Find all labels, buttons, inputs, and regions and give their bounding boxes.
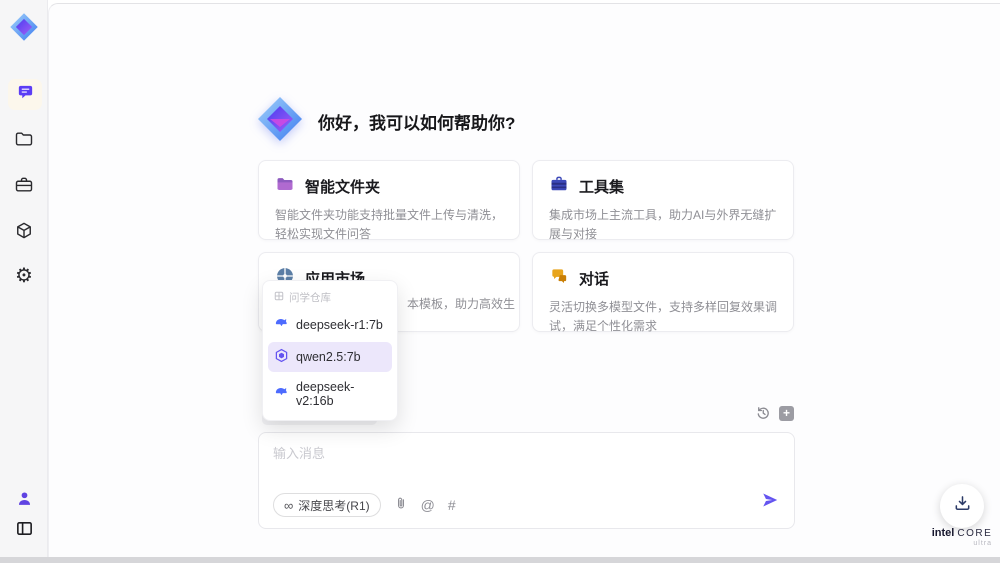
chat-icon — [16, 83, 35, 107]
model-option-qwen[interactable]: qwen2.5:7b — [268, 342, 392, 372]
intel-core-badge: intel core ultra — [922, 527, 1000, 547]
app-logo-icon[interactable] — [9, 12, 39, 42]
deep-think-toggle[interactable]: ∞ 深度思考(R1) — [273, 493, 381, 517]
folder-icon — [14, 129, 34, 154]
sidebar-item-collapse[interactable] — [0, 519, 48, 543]
panel-toggle-icon — [15, 519, 34, 543]
model-dropdown: 问学仓库 deepseek-r1:7b qwen2.5:7b deepseek-… — [262, 280, 398, 421]
card-toolset[interactable]: 工具集 集成市场上主流工具，助力AI与外界无缝扩展与对接 — [532, 160, 794, 241]
sidebar-item-settings[interactable]: ⚙ — [0, 266, 48, 286]
sidebar-item-models[interactable] — [0, 221, 48, 246]
greeting-logo-icon — [256, 95, 304, 143]
card-desc: 集成市场上主流工具，助力AI与外界无缝扩展与对接 — [549, 208, 777, 241]
model-dropdown-header-label: 问学仓库 — [289, 292, 331, 304]
card-smart-folder[interactable]: 智能文件夹 智能文件夹功能支持批量文件上传与清洗，轻松实现文件问答 — [258, 160, 520, 241]
sidebar-item-folders[interactable] — [0, 129, 48, 154]
sidebar: ⚙ — [0, 0, 48, 563]
qwen-icon — [274, 348, 289, 366]
sidebar-item-account[interactable] — [0, 490, 48, 512]
model-option-label: deepseek-r1:7b — [296, 318, 383, 332]
intel-logo-text: intel — [931, 527, 955, 539]
deepseek-icon — [274, 316, 289, 334]
deepseek-icon — [274, 385, 289, 403]
bottom-edge-bar — [0, 557, 1000, 563]
core-logo-text: core — [957, 528, 993, 539]
user-icon — [16, 490, 33, 512]
card-title: 对话 — [579, 271, 610, 288]
card-dialogue[interactable]: 对话 灵活切换多模型文件，支持多样回复效果调试，满足个性化需求 — [532, 252, 794, 333]
sidebar-item-chat[interactable] — [8, 79, 42, 110]
model-dropdown-header: 问学仓库 — [268, 286, 392, 308]
message-composer: ∞ 深度思考(R1) @ # — [258, 432, 795, 529]
card-desc: 本模板，助力高效生成多 — [407, 297, 515, 311]
model-option-deepseek-v2[interactable]: deepseek-v2:16b — [268, 374, 392, 414]
greeting-text: 你好，我可以如何帮助你? — [318, 114, 516, 133]
download-icon — [953, 494, 972, 518]
deep-think-icon: ∞ — [284, 497, 294, 513]
grid-icon — [274, 291, 284, 304]
gear-icon: ⚙ — [15, 265, 33, 287]
cube-icon — [14, 221, 34, 246]
dialogue-icon — [549, 266, 569, 291]
message-input[interactable] — [273, 446, 593, 461]
download-button[interactable] — [940, 484, 984, 528]
attachment-icon[interactable] — [394, 496, 408, 515]
model-option-deepseek-r1[interactable]: deepseek-r1:7b — [268, 310, 392, 340]
card-desc: 灵活切换多模型文件，支持多样回复效果调试，满足个性化需求 — [549, 300, 778, 333]
sidebar-item-toolbox[interactable] — [0, 175, 48, 200]
model-option-label: deepseek-v2:16b — [296, 380, 355, 408]
mention-icon[interactable]: @ — [421, 498, 435, 512]
card-title: 智能文件夹 — [305, 179, 381, 196]
smart-folder-icon — [275, 174, 295, 199]
briefcase-icon — [14, 175, 34, 200]
card-title: 工具集 — [579, 179, 625, 196]
hash-icon[interactable]: # — [448, 498, 456, 512]
history-icon[interactable] — [755, 405, 771, 426]
deep-think-label: 深度思考(R1) — [298, 498, 370, 513]
send-icon[interactable] — [761, 491, 779, 514]
new-chat-icon[interactable]: + — [779, 406, 794, 421]
toolset-icon — [549, 174, 569, 199]
ultra-logo-text: ultra — [973, 540, 992, 547]
model-option-label: qwen2.5:7b — [296, 350, 361, 364]
card-desc: 智能文件夹功能支持批量文件上传与清洗，轻松实现文件问答 — [275, 208, 504, 241]
